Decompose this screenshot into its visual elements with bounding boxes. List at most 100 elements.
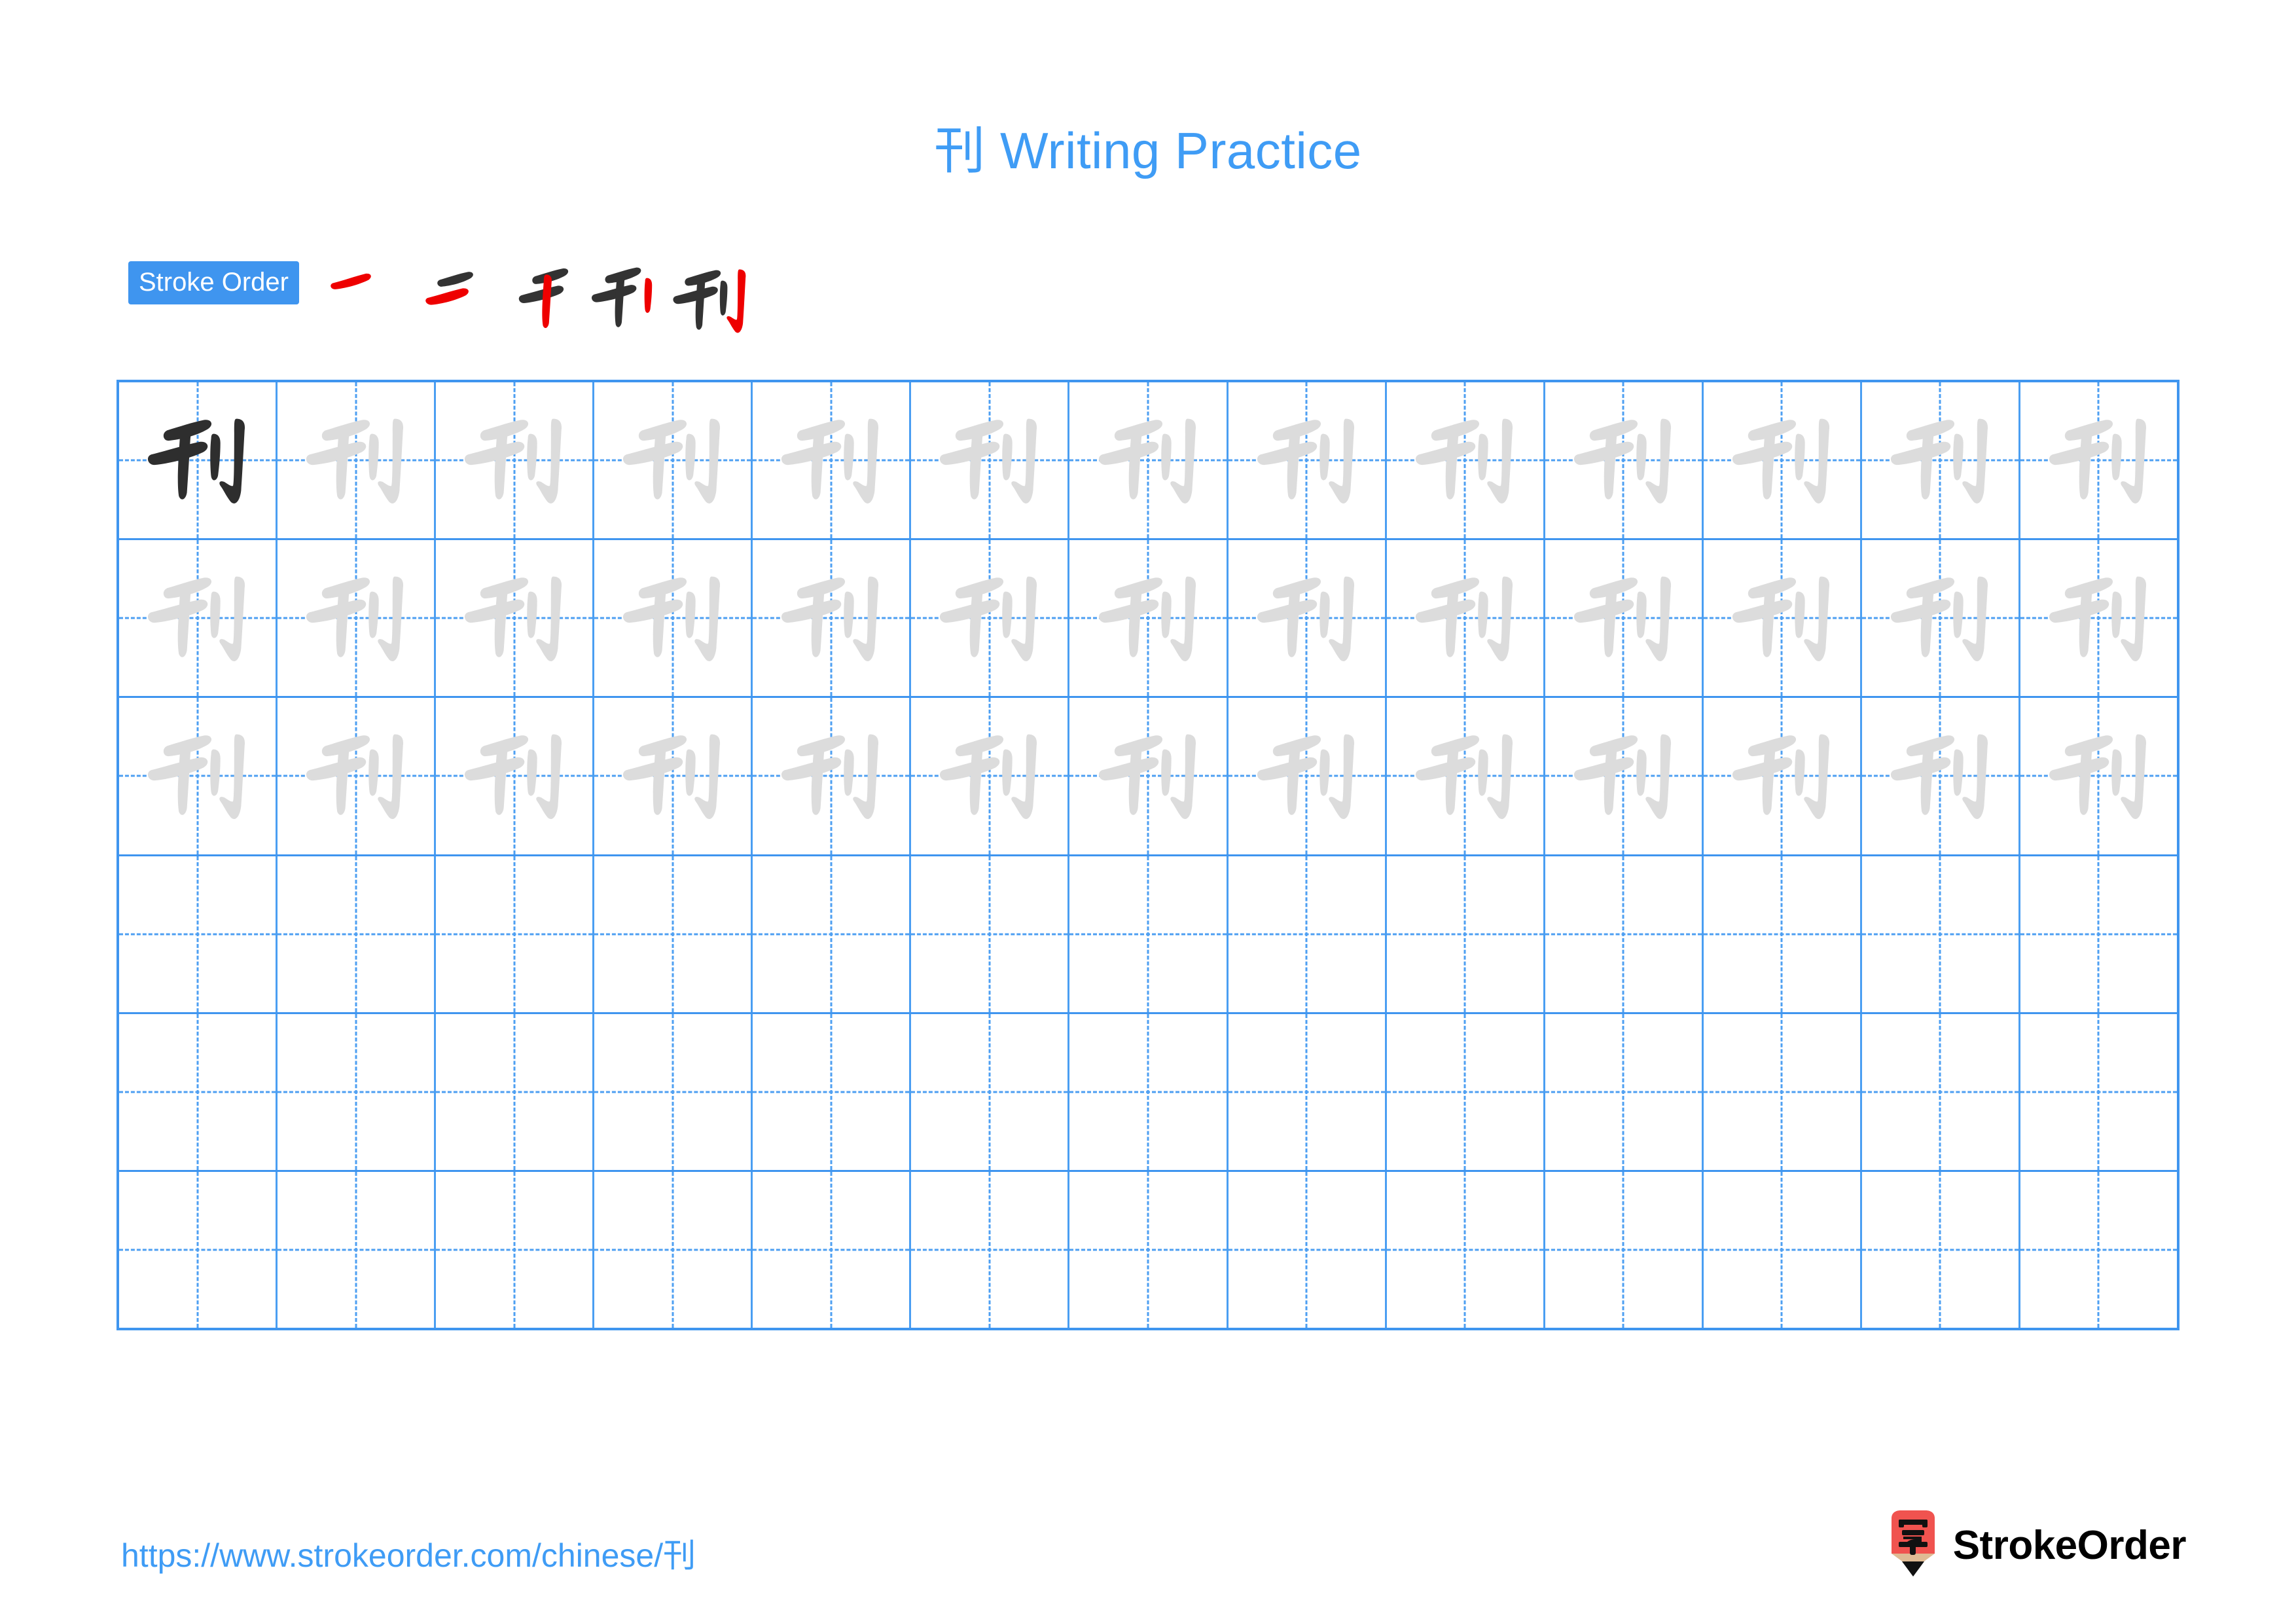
character-glyph (2020, 540, 2177, 696)
practice-cell-trace[interactable] (1229, 698, 1387, 854)
practice-cell-blank[interactable] (1229, 1013, 1387, 1170)
practice-cell-blank[interactable] (278, 1171, 437, 1328)
practice-cell-trace[interactable] (1704, 698, 1862, 854)
character-glyph (1069, 540, 1226, 696)
practice-cell-blank[interactable] (1069, 1013, 1229, 1170)
stroke-step-2 (402, 257, 488, 344)
practice-cell-blank[interactable] (2020, 1014, 2177, 1170)
practice-cell-trace[interactable] (436, 540, 595, 697)
footer-url[interactable]: https://www.strokeorder.com/chinese/刊 (121, 1529, 696, 1577)
character-glyph (1387, 382, 1543, 538)
practice-cell-blank[interactable] (753, 1171, 912, 1328)
practice-cell-trace[interactable] (1545, 540, 1704, 697)
practice-cell-trace[interactable] (278, 382, 437, 539)
practice-cell-blank[interactable] (753, 1013, 912, 1170)
character-glyph (278, 540, 434, 696)
practice-cell-blank[interactable] (594, 1013, 753, 1170)
practice-cell-model[interactable] (119, 382, 278, 539)
practice-cell-blank[interactable] (1704, 856, 1862, 1012)
practice-cell-blank[interactable] (119, 1171, 278, 1328)
practice-cell-blank[interactable] (2020, 1172, 2177, 1328)
character-glyph (1069, 382, 1226, 538)
practice-cell-trace[interactable] (436, 698, 595, 854)
brand-logo[interactable]: StrokeOrder (1888, 1506, 2187, 1584)
practice-cell-trace[interactable] (594, 382, 753, 539)
practice-cell-trace[interactable] (911, 698, 1070, 854)
practice-cell-blank[interactable] (911, 856, 1070, 1012)
practice-cell-blank[interactable] (1545, 1171, 1704, 1328)
practice-cell-blank[interactable] (911, 1171, 1070, 1328)
stroke-order-badge: Stroke Order (128, 261, 299, 304)
character-glyph (1862, 698, 2018, 854)
practice-cell-blank[interactable] (1862, 856, 2020, 1012)
practice-cell-trace[interactable] (753, 698, 912, 854)
practice-cell-blank[interactable] (1069, 856, 1229, 1012)
practice-cell-blank[interactable] (753, 856, 912, 1012)
practice-cell-blank[interactable] (2020, 856, 2177, 1012)
practice-cell-blank[interactable] (1229, 1171, 1387, 1328)
practice-cell-trace[interactable] (594, 698, 753, 854)
practice-cell-trace[interactable] (2020, 698, 2177, 854)
practice-cell-trace[interactable] (2020, 540, 2177, 696)
practice-grid-row (119, 856, 2177, 1014)
practice-cell-blank[interactable] (594, 856, 753, 1012)
practice-cell-blank[interactable] (278, 856, 437, 1012)
practice-cell-blank[interactable] (1387, 1013, 1545, 1170)
character-glyph (753, 540, 909, 696)
practice-cell-trace[interactable] (1545, 382, 1704, 539)
practice-cell-trace[interactable] (1862, 540, 2020, 697)
practice-cell-trace[interactable] (911, 540, 1070, 697)
practice-cell-blank[interactable] (1229, 856, 1387, 1012)
practice-cell-trace[interactable] (1387, 382, 1545, 539)
practice-cell-trace[interactable] (594, 540, 753, 697)
character-glyph (1704, 698, 1860, 854)
practice-cell-blank[interactable] (1704, 1013, 1862, 1170)
practice-cell-trace[interactable] (911, 382, 1070, 539)
practice-cell-trace[interactable] (1069, 540, 1229, 697)
practice-cell-trace[interactable] (1387, 540, 1545, 697)
practice-cell-blank[interactable] (436, 1013, 595, 1170)
practice-cell-blank[interactable] (278, 1013, 437, 1170)
character-glyph (436, 698, 592, 854)
pencil-logo-icon (1888, 1509, 1939, 1581)
practice-cell-trace[interactable] (436, 382, 595, 539)
practice-cell-trace[interactable] (753, 540, 912, 697)
practice-cell-trace[interactable] (1069, 698, 1229, 854)
practice-cell-blank[interactable] (1069, 1171, 1229, 1328)
practice-cell-trace[interactable] (1387, 698, 1545, 854)
practice-cell-blank[interactable] (1704, 1171, 1862, 1328)
practice-cell-trace[interactable] (1229, 382, 1387, 539)
practice-cell-trace[interactable] (1704, 382, 1862, 539)
practice-cell-trace[interactable] (278, 698, 437, 854)
practice-cell-trace[interactable] (1229, 540, 1387, 697)
practice-cell-trace[interactable] (1704, 540, 1862, 697)
practice-cell-trace[interactable] (1545, 698, 1704, 854)
page-title: 刊 Writing Practice (934, 122, 1362, 179)
practice-cell-trace[interactable] (1862, 382, 2020, 539)
character-glyph (1704, 540, 1860, 696)
practice-cell-blank[interactable] (436, 1171, 595, 1328)
practice-cell-trace[interactable] (1862, 698, 2020, 854)
character-glyph (2020, 698, 2177, 854)
practice-cell-blank[interactable] (594, 1171, 753, 1328)
practice-cell-blank[interactable] (1545, 856, 1704, 1012)
practice-cell-trace[interactable] (119, 540, 278, 697)
character-glyph (119, 540, 276, 696)
character-glyph (436, 540, 592, 696)
character-glyph (1387, 698, 1543, 854)
practice-cell-trace[interactable] (278, 540, 437, 697)
practice-cell-trace[interactable] (753, 382, 912, 539)
practice-cell-blank[interactable] (1862, 1171, 2020, 1328)
practice-cell-trace[interactable] (2020, 382, 2177, 538)
practice-cell-blank[interactable] (1387, 1171, 1545, 1328)
character-glyph (1862, 382, 2018, 538)
practice-cell-blank[interactable] (911, 1013, 1070, 1170)
practice-cell-blank[interactable] (1545, 1013, 1704, 1170)
practice-cell-trace[interactable] (1069, 382, 1229, 539)
practice-cell-blank[interactable] (436, 856, 595, 1012)
practice-cell-blank[interactable] (1862, 1013, 2020, 1170)
practice-cell-blank[interactable] (1387, 856, 1545, 1012)
practice-cell-blank[interactable] (119, 856, 278, 1012)
practice-cell-blank[interactable] (119, 1013, 278, 1170)
practice-cell-trace[interactable] (119, 698, 278, 854)
